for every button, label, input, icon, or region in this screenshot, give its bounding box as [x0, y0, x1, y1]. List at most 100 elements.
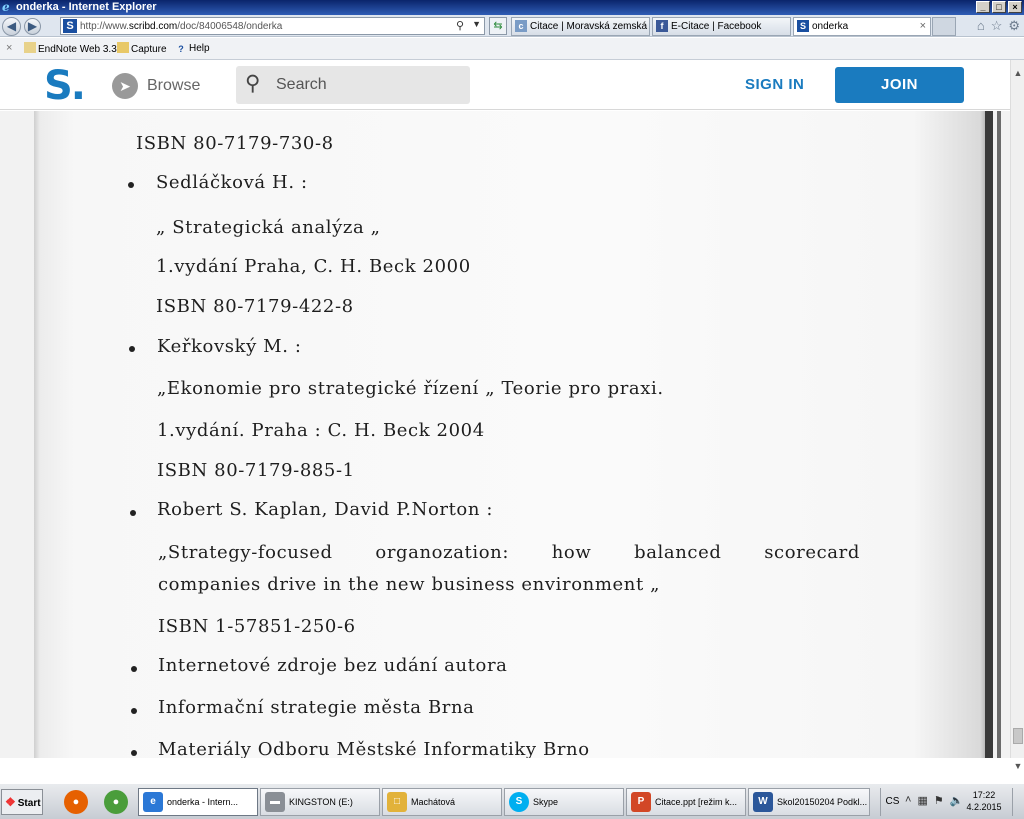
list-bullet: [131, 666, 137, 672]
window-controls: _ □ ×: [976, 1, 1022, 13]
home-icon[interactable]: ⌂: [977, 18, 985, 34]
browse-label: Browse: [147, 77, 201, 94]
page-edge: [985, 111, 993, 758]
taskbar-button-ie[interactable]: e onderka - Intern...: [138, 788, 258, 816]
powerpoint-icon: P: [631, 792, 651, 812]
doc-line: ISBN 1-57851-250-6: [158, 616, 356, 637]
title-bar: e onderka - Internet Explorer _ □ ×: [0, 0, 1024, 15]
doc-line: ISBN 80-7179-885-1: [157, 460, 355, 481]
close-tab-icon[interactable]: ×: [920, 18, 926, 35]
start-button[interactable]: ❖ Start: [1, 789, 43, 815]
doc-line: ISBN 80-7179-422-8: [156, 296, 354, 317]
favorite-label: Capture: [131, 44, 167, 55]
favorites-star-icon[interactable]: ☆: [991, 18, 1003, 34]
window-title: onderka - Internet Explorer: [16, 1, 157, 13]
gear-icon[interactable]: ⚙: [1008, 18, 1020, 34]
clock-date: 4.2.2015: [966, 802, 1002, 812]
windows-logo-icon: ❖: [5, 795, 16, 809]
address-bar[interactable]: S http://www.scribd.com/doc/84006548/ond…: [60, 17, 485, 35]
maximize-button[interactable]: □: [992, 1, 1006, 13]
doc-word: balanced: [634, 542, 722, 563]
taskbar-label: Citace.ppt [režim k...: [655, 797, 738, 807]
taskbar-button-kingston[interactable]: ▬ KINGSTON (E:): [260, 788, 380, 816]
favorites-bar: × EndNote Web 3.3 Capture ? Help: [0, 38, 1024, 60]
taskbar-button-word[interactable]: W Skol20150204 Podkl...: [748, 788, 870, 816]
refresh-button[interactable]: ⇆: [489, 17, 507, 35]
doc-line: „ Strategická analýza „: [156, 217, 381, 238]
start-label: Start: [17, 798, 41, 809]
tab-label: Citace | Moravská zemská ...: [530, 21, 650, 32]
compass-icon: ➤: [112, 73, 138, 99]
list-bullet: [131, 750, 137, 756]
endnote-icon: [24, 42, 36, 53]
taskbar-label: Skol20150204 Podkl...: [777, 797, 868, 807]
scribd-header: S. ➤ Browse ⚲ SIGN IN JOIN: [0, 60, 1010, 110]
list-bullet: [130, 510, 136, 516]
chevron-up-icon[interactable]: ˄: [905, 794, 911, 807]
favorite-capture[interactable]: Capture: [117, 42, 167, 56]
tab-citace[interactable]: c Citace | Moravská zemská ...: [511, 17, 650, 36]
page-edge: [997, 111, 1001, 758]
doc-line: 1.vydání Praha, C. H. Beck 2000: [156, 256, 471, 277]
search-box[interactable]: ⚲: [236, 66, 470, 104]
scribd-favicon-icon: S: [63, 19, 77, 33]
list-bullet: [128, 182, 134, 188]
doc-word: how: [551, 542, 592, 563]
close-button[interactable]: ×: [1008, 1, 1022, 13]
doc-line: Internetové zdroje bez udání autora: [158, 655, 508, 676]
tab-facebook[interactable]: f E-Citace | Facebook: [652, 17, 791, 36]
internet-explorer-icon: e: [143, 792, 163, 812]
search-input[interactable]: [276, 74, 461, 96]
favorite-endnote[interactable]: EndNote Web 3.3: [24, 42, 117, 56]
doc-line: Robert S. Kaplan, David P.Norton :: [157, 499, 494, 520]
firefox-icon[interactable]: ●: [64, 790, 88, 814]
show-desktop-button[interactable]: [1012, 788, 1022, 816]
join-button[interactable]: JOIN: [835, 67, 964, 103]
list-bullet: [131, 708, 137, 714]
new-tab-button[interactable]: [932, 17, 956, 36]
system-tray: ˄ ▦ ⚑ 🔈: [905, 794, 963, 807]
word-icon: W: [753, 792, 773, 812]
chrome-icon[interactable]: ●: [104, 790, 128, 814]
doc-line: 1.vydání. Praha : C. H. Beck 2004: [157, 420, 485, 441]
tab-label: onderka: [812, 21, 849, 32]
search-icon: ⚲: [245, 72, 261, 95]
forward-button[interactable]: ▶: [24, 18, 41, 35]
document-viewer[interactable]: ISBN 80-7179-730-8 Sedláčková H. : „ Str…: [0, 111, 1010, 758]
language-indicator[interactable]: CS: [880, 788, 904, 816]
close-icon[interactable]: ×: [6, 42, 12, 54]
sign-in-link[interactable]: SIGN IN: [745, 76, 804, 93]
scroll-down-icon[interactable]: ▼: [1011, 761, 1024, 771]
favorite-label: Help: [189, 43, 210, 54]
skype-icon: S: [509, 792, 529, 812]
search-icon[interactable]: ⚲: [456, 19, 464, 32]
doc-word: organozation:: [375, 542, 510, 563]
doc-line: Keřkovský M. :: [157, 336, 302, 357]
favorite-help[interactable]: ? Help: [175, 42, 210, 55]
flag-icon[interactable]: ⚑: [934, 794, 944, 807]
scribd-icon: S: [797, 20, 809, 32]
doc-line: Materiály Odboru Městské Informatiky Brn…: [158, 739, 590, 758]
taskbar-button-powerpoint[interactable]: P Citace.ppt [režim k...: [626, 788, 746, 816]
scribd-logo[interactable]: S.: [44, 65, 86, 107]
taskbar-label: KINGSTON (E:): [289, 797, 353, 807]
vertical-scrollbar[interactable]: ▲ ▼: [1010, 60, 1024, 771]
clock[interactable]: 17:22 4.2.2015: [960, 789, 1008, 813]
network-icon[interactable]: ▦: [917, 794, 927, 807]
taskbar-button-folder[interactable]: □ Machátová: [382, 788, 502, 816]
doc-word: „Strategy-focused: [158, 542, 333, 563]
list-bullet: [129, 346, 135, 352]
folder-icon: □: [387, 792, 407, 812]
doc-line: Informační strategie města Brna: [158, 697, 475, 718]
taskbar-button-skype[interactable]: S Skype: [504, 788, 624, 816]
taskbar-label: Machátová: [411, 797, 456, 807]
back-button[interactable]: ◀: [2, 17, 21, 36]
scrollbar-thumb[interactable]: [1013, 728, 1023, 744]
doc-line: companies drive in the new business envi…: [158, 574, 661, 595]
browse-button[interactable]: ➤ Browse: [112, 73, 200, 99]
facebook-icon: f: [656, 20, 668, 32]
minimize-button[interactable]: _: [976, 1, 990, 13]
scroll-up-icon[interactable]: ▲: [1011, 68, 1024, 78]
chevron-down-icon[interactable]: ▼: [472, 19, 481, 29]
tab-onderka[interactable]: S onderka ×: [793, 17, 931, 36]
